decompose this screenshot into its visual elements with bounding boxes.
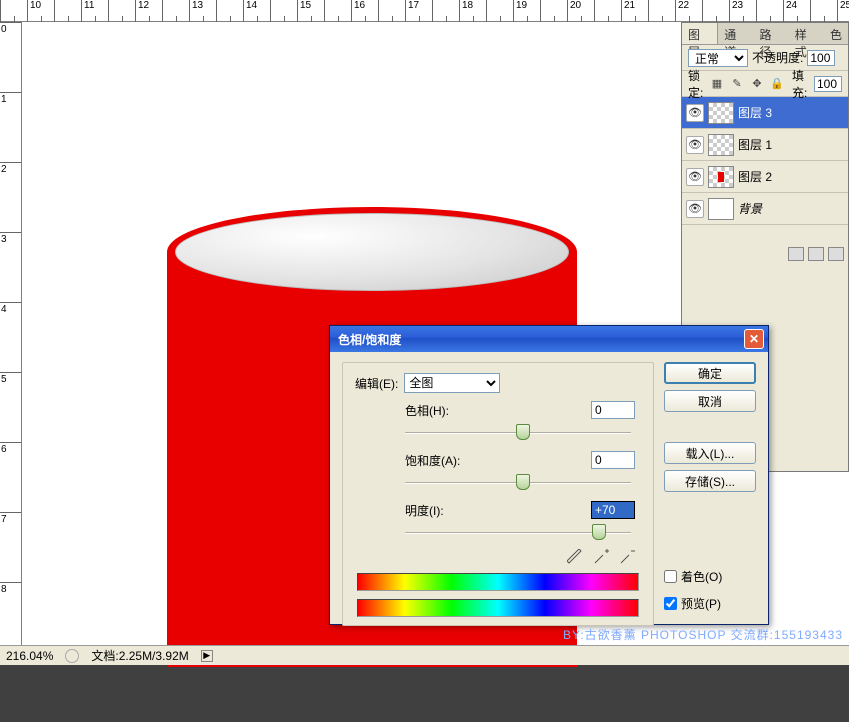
layer-row[interactable]: 👁 背景 [682, 193, 848, 225]
blend-mode-select[interactable]: 正常 [688, 49, 748, 67]
hue-gradient [357, 573, 639, 591]
panel-tab[interactable]: 通道 [718, 23, 753, 44]
panel-tab[interactable]: 色 [824, 23, 848, 44]
watermark: BY:古欲香薰 PHOTOSHOP 交流群:155193433 [563, 626, 843, 643]
lock-all-icon[interactable]: 🔒 [770, 77, 784, 91]
panel-tab[interactable]: 路径 [754, 23, 789, 44]
layer-thumb [708, 134, 734, 156]
layer-row[interactable]: 👁 图层 1 [682, 129, 848, 161]
lock-move-icon[interactable]: ✥ [750, 77, 764, 91]
slider-track[interactable] [405, 471, 641, 495]
slider-thumb[interactable] [592, 524, 606, 540]
slider-input[interactable] [591, 451, 635, 469]
slider-label: 色相(H): [405, 402, 449, 419]
visibility-icon[interactable]: 👁 [686, 104, 704, 122]
fill-input[interactable] [814, 76, 842, 92]
panel-tool-icon[interactable] [828, 247, 844, 261]
lock-paint-icon[interactable]: ✎ [730, 77, 744, 91]
layer-name: 图层 1 [738, 136, 772, 153]
close-icon[interactable]: ✕ [744, 329, 764, 349]
layer-thumb [708, 198, 734, 220]
edit-label: 编辑(E): [355, 375, 398, 392]
slider-input[interactable] [591, 401, 635, 419]
panel-tool-icon[interactable] [808, 247, 824, 261]
layer-name: 背景 [738, 200, 762, 217]
dialog-titlebar[interactable]: 色相/饱和度 ✕ [330, 326, 768, 352]
visibility-icon[interactable]: 👁 [686, 168, 704, 186]
layer-name: 图层 3 [738, 104, 772, 121]
eyedropper-plus-icon[interactable] [593, 549, 609, 565]
layer-row[interactable]: 👁 图层 3 [682, 97, 848, 129]
panel-tab[interactable]: 图层 [682, 23, 718, 44]
slider-track[interactable] [405, 521, 641, 545]
lock-transparent-icon[interactable]: ▦ [710, 77, 724, 91]
layer-name: 图层 2 [738, 168, 772, 185]
save-button[interactable]: 存储(S)... [664, 470, 756, 492]
panel-tool-icon[interactable] [788, 247, 804, 261]
fill-label: 填充: [792, 67, 810, 101]
hue-saturation-dialog[interactable]: 色相/饱和度 ✕ 编辑(E): 全图 色相(H): 饱和度(A): 明度(I): 确… [329, 325, 769, 625]
eyedropper-icon[interactable] [567, 549, 583, 565]
visibility-icon[interactable]: 👁 [686, 200, 704, 218]
opacity-input[interactable] [807, 50, 835, 66]
colorize-label: 着色(O) [681, 568, 722, 585]
ruler-horizontal: 10 11 12 13 14 15 16 17 18 19 20 21 22 2… [0, 0, 849, 22]
status-bar: 216.04% 文档:2.25M/3.92M ▶ [0, 645, 849, 665]
eyedropper-minus-icon[interactable] [619, 549, 635, 565]
layer-thumb [708, 166, 734, 188]
slider-track[interactable] [405, 421, 641, 445]
ruler-vertical: 0123456789 [0, 22, 22, 645]
visibility-icon[interactable]: 👁 [686, 136, 704, 154]
layer-row[interactable]: 👁 图层 2 [682, 161, 848, 193]
slider-label: 饱和度(A): [405, 452, 460, 469]
zoom-level[interactable]: 216.04% [6, 649, 53, 663]
panel-tab[interactable]: 样式 [789, 23, 824, 44]
slider-label: 明度(I): [405, 502, 444, 519]
preview-label: 预览(P) [681, 595, 721, 612]
hue-gradient-result [357, 599, 639, 617]
doc-size: 文档:2.25M/3.92M [91, 647, 188, 664]
lock-label: 锁定: [688, 67, 706, 101]
ok-button[interactable]: 确定 [664, 362, 756, 384]
preview-checkbox[interactable] [664, 597, 677, 610]
chevron-right-icon[interactable]: ▶ [201, 650, 213, 662]
layer-thumb [708, 102, 734, 124]
opacity-label: 不透明度: [752, 49, 803, 66]
status-icon [65, 649, 79, 663]
dialog-title: 色相/饱和度 [338, 331, 401, 348]
slider-input[interactable] [591, 501, 635, 519]
load-button[interactable]: 载入(L)... [664, 442, 756, 464]
edit-select[interactable]: 全图 [404, 373, 500, 393]
slider-thumb[interactable] [516, 424, 530, 440]
cancel-button[interactable]: 取消 [664, 390, 756, 412]
colorize-checkbox[interactable] [664, 570, 677, 583]
slider-thumb[interactable] [516, 474, 530, 490]
